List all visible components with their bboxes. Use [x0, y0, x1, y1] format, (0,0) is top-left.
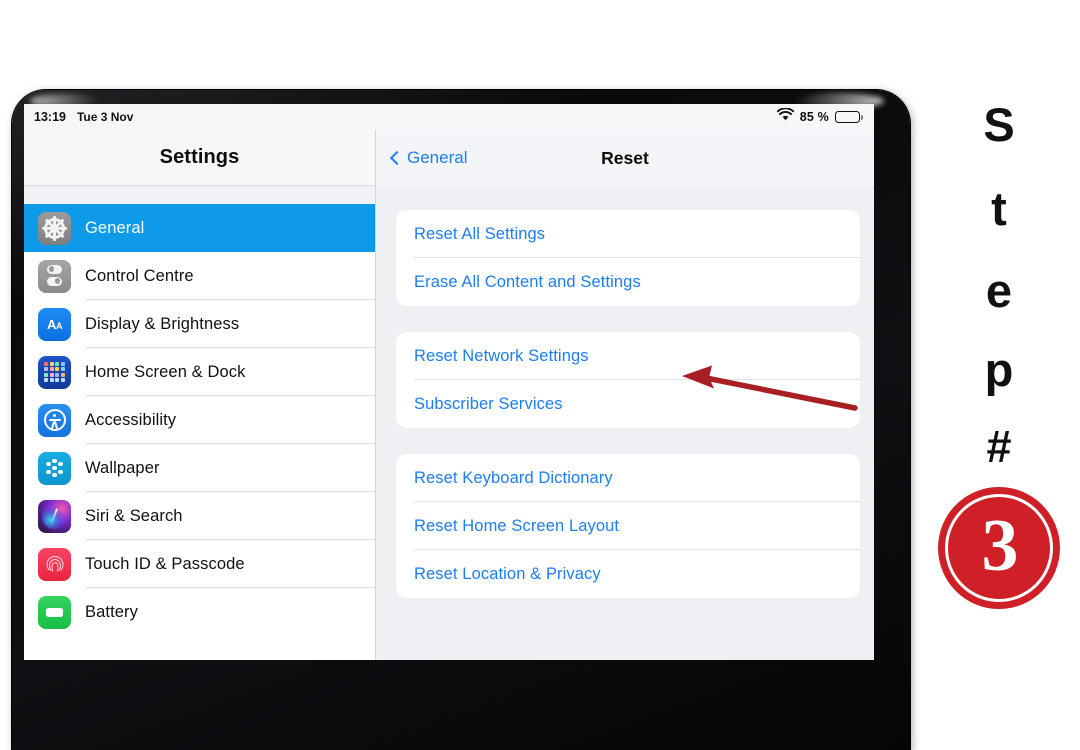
sidebar-item-control-centre[interactable]: Control Centre	[24, 252, 375, 300]
gear-icon	[38, 211, 71, 245]
row-label: Subscriber Services	[414, 394, 563, 413]
sidebar-item-label: General	[85, 218, 145, 237]
sidebar-top-gap	[24, 186, 375, 204]
reset-all-settings-row[interactable]: Reset All Settings	[396, 210, 860, 258]
wallpaper-icon	[38, 451, 71, 485]
back-button[interactable]: General	[389, 148, 468, 168]
sidebar-item-touch-id-passcode[interactable]: Touch ID & Passcode	[24, 540, 375, 588]
sidebar-item-label: Touch ID & Passcode	[85, 554, 245, 573]
row-label: Reset Home Screen Layout	[414, 516, 620, 535]
sidebar-item-label: Wallpaper	[85, 458, 160, 477]
sidebar-item-label: Battery	[85, 602, 138, 621]
sidebar-item-accessibility[interactable]: Accessibility	[24, 396, 375, 444]
step-letter-t: t	[991, 182, 1007, 235]
row-label: Reset Keyboard Dictionary	[414, 468, 613, 487]
hash-symbol: #	[986, 421, 1012, 472]
sidebar-list: General Control Centre AA Display & Brig…	[24, 204, 375, 660]
erase-all-content-and-settings-row[interactable]: Erase All Content and Settings	[396, 258, 860, 306]
subscriber-services-row[interactable]: Subscriber Services	[396, 380, 860, 428]
step-letter-s: S	[983, 98, 1015, 151]
touch-id-icon	[38, 547, 71, 581]
step-letter-p: p	[984, 343, 1014, 396]
sidebar-item-display-brightness[interactable]: AA Display & Brightness	[24, 300, 375, 348]
step-letter-e: e	[985, 264, 1013, 317]
row-label: Reset All Settings	[414, 224, 546, 243]
sidebar-item-wallpaper[interactable]: Wallpaper	[24, 444, 375, 492]
status-time: 13:19	[34, 110, 66, 124]
sidebar-item-siri-search[interactable]: Siri & Search	[24, 492, 375, 540]
tablet-screen: 13:19 Tue 3 Nov 85 % Settings General Co…	[24, 104, 874, 660]
reset-network-settings-row[interactable]: Reset Network Settings	[396, 332, 860, 380]
battery-icon	[835, 111, 863, 123]
status-bar: 13:19 Tue 3 Nov 85 %	[24, 104, 874, 130]
battery-settings-icon	[38, 595, 71, 629]
sidebar-item-label: Siri & Search	[85, 506, 183, 525]
wifi-icon	[776, 107, 794, 126]
sidebar-item-label: Control Centre	[85, 266, 194, 285]
reset-location-privacy-row[interactable]: Reset Location & Privacy	[396, 550, 860, 598]
reset-group-1: Reset All Settings Erase All Content and…	[396, 210, 860, 306]
screen-body: Settings General Control Centre AA Displ…	[24, 130, 874, 660]
step-annotation-panel: S t e p # 3	[918, 86, 1080, 720]
sidebar-item-label: Display & Brightness	[85, 314, 240, 333]
sidebar-item-home-screen-dock[interactable]: Home Screen & Dock	[24, 348, 375, 396]
back-button-label: General	[407, 148, 468, 167]
status-date: Tue 3 Nov	[76, 110, 134, 124]
content-scroll-area[interactable]: Reset All Settings Erase All Content and…	[376, 186, 874, 660]
navigation-bar: General Reset	[376, 130, 874, 186]
chevron-left-icon	[389, 150, 405, 166]
reset-home-screen-layout-row[interactable]: Reset Home Screen Layout	[396, 502, 860, 550]
battery-percent-label: 85 %	[799, 110, 829, 124]
step-number: 3	[981, 505, 1019, 587]
accessibility-icon	[38, 403, 71, 437]
settings-sidebar: Settings General Control Centre AA Displ…	[24, 130, 376, 660]
reset-keyboard-dictionary-row[interactable]: Reset Keyboard Dictionary	[396, 454, 860, 502]
row-label: Reset Location & Privacy	[414, 564, 601, 583]
sidebar-header: Settings	[24, 130, 375, 186]
home-screen-dock-icon	[38, 355, 71, 389]
sidebar-item-battery[interactable]: Battery	[24, 588, 375, 636]
step-number-badge: 3	[938, 487, 1060, 609]
reset-group-2: Reset Network Settings Subscriber Servic…	[396, 332, 860, 428]
row-label: Erase All Content and Settings	[414, 272, 641, 291]
sidebar-item-general[interactable]: General	[24, 204, 375, 252]
reset-group-3: Reset Keyboard Dictionary Reset Home Scr…	[396, 454, 860, 598]
display-brightness-icon: AA	[38, 307, 71, 341]
row-label: Reset Network Settings	[414, 346, 589, 365]
status-bar-right: 85 %	[776, 107, 863, 126]
reset-content-pane: General Reset Reset All Settings Erase A…	[376, 130, 874, 660]
sidebar-item-label: Accessibility	[85, 410, 177, 429]
page-title: Settings	[159, 146, 240, 168]
status-bar-left: 13:19 Tue 3 Nov	[34, 110, 133, 124]
sidebar-item-label: Home Screen & Dock	[85, 362, 246, 381]
siri-search-icon	[38, 499, 71, 533]
control-centre-icon	[38, 259, 71, 293]
